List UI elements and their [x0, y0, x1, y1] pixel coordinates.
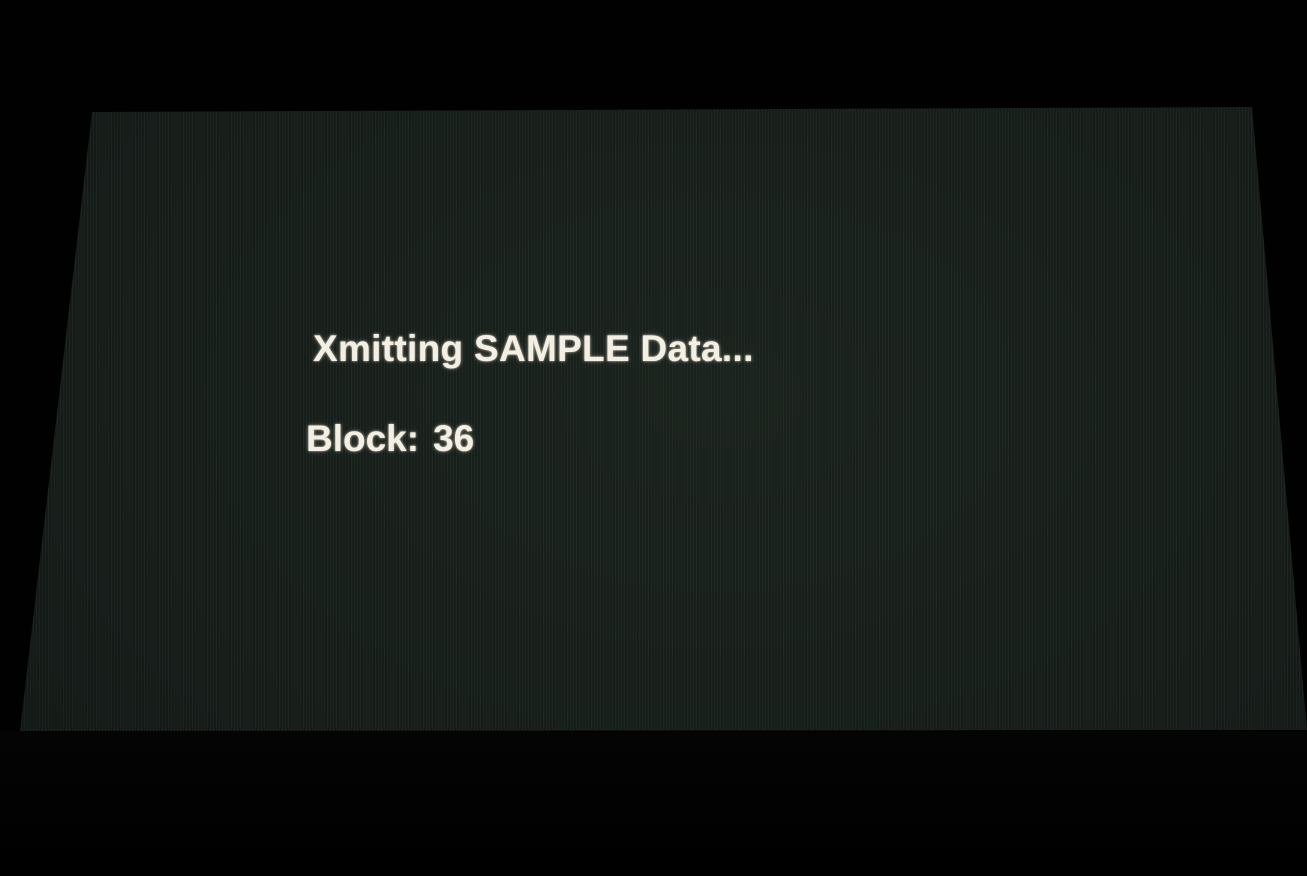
- block-number: 36: [433, 418, 475, 459]
- transmit-status-title: Xmitting SAMPLE Data...: [313, 328, 754, 369]
- device-photo: Xmitting SAMPLE Data... Block: 36: [0, 0, 1307, 876]
- block-label: Block:: [306, 418, 420, 459]
- device-bezel: [0, 731, 1307, 876]
- block-counter: Block: 36: [306, 418, 474, 460]
